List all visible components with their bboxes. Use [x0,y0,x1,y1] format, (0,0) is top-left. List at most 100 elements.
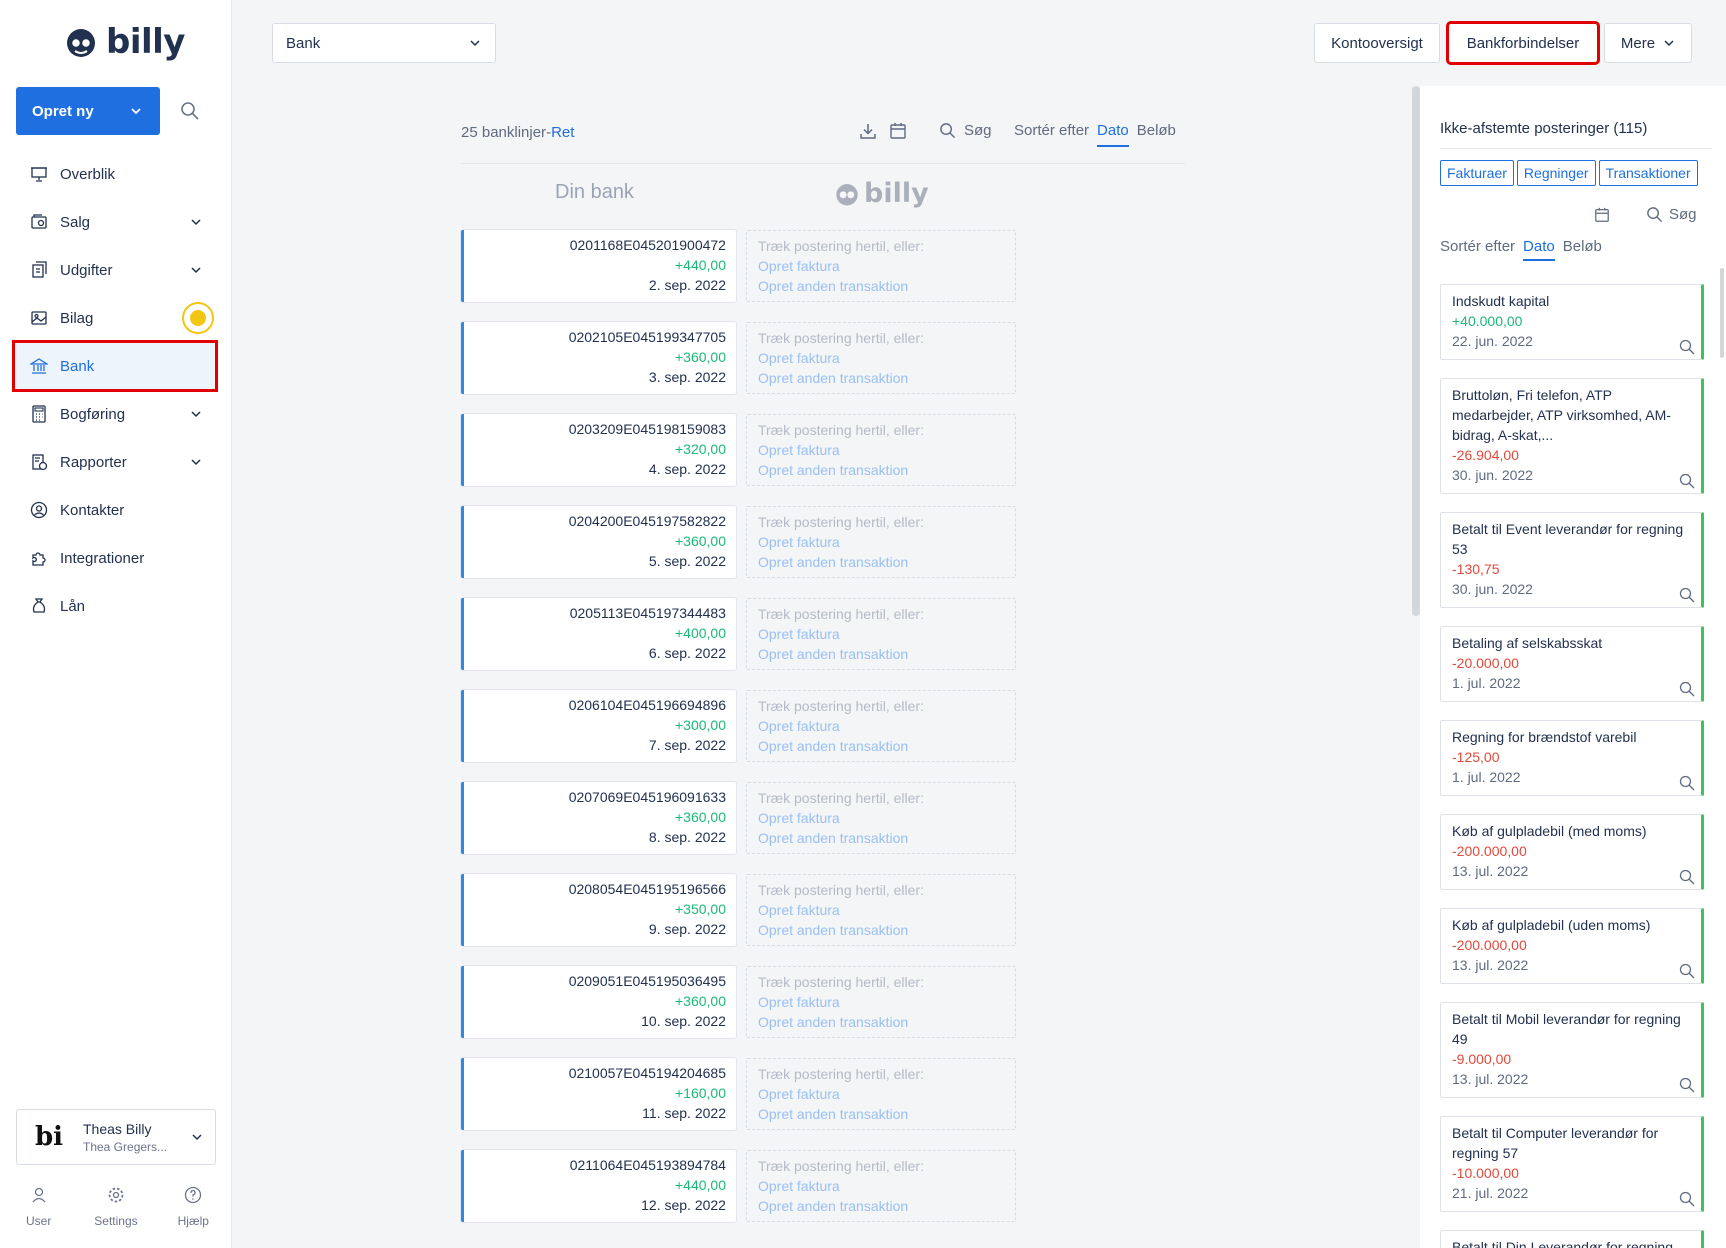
match-drop-zone[interactable]: Træk postering hertil, eller: Opret faktu… [745,690,1016,762]
match-drop-zone[interactable]: Træk postering hertil, eller: Opret faktu… [745,966,1016,1038]
create-other-transaction-link[interactable]: Opret anden transaktion [758,828,1015,848]
search-icon[interactable] [1679,587,1695,603]
create-invoice-link[interactable]: Opret faktura [758,900,1015,920]
search-icon[interactable] [1679,681,1695,697]
edit-link[interactable]: Ret [551,124,574,141]
create-invoice-link[interactable]: Opret faktura [758,532,1015,552]
unreconciled-item[interactable]: Betaling af selskabsskat -20.000,00 1. jul… [1440,626,1704,702]
bank-line-card[interactable]: 0205113E045197344483 +400,00 6. sep. 2022 [461,598,736,670]
panel-search[interactable]: Søg [1646,206,1697,223]
bank-line-card[interactable]: 0203209E045198159083 +320,00 4. sep. 2022 [461,414,736,486]
search-icon[interactable] [1679,1077,1695,1093]
notification-badge[interactable] [182,302,214,334]
bank-line-card[interactable]: 0201168E045201900472 +440,00 2. sep. 2022 [461,230,736,302]
panel-sort-by-amount[interactable]: Beløb [1563,238,1602,261]
bank-line-card[interactable]: 0207069E045196091633 +360,00 8. sep. 2022 [461,782,736,854]
match-drop-zone[interactable]: Træk postering hertil, eller: Opret faktu… [745,414,1016,486]
sort-by-amount[interactable]: Beløb [1137,122,1176,147]
unreconciled-item[interactable]: Køb af gulpladebil (med moms) -200.000,00… [1440,814,1704,890]
main-scrollbar-thumb[interactable] [1412,86,1420,616]
match-drop-zone[interactable]: Træk postering hertil, eller: Opret faktu… [745,230,1016,302]
calendar-icon[interactable] [1594,207,1610,223]
bank-line-card[interactable]: 0211064E045193894784 +440,00 12. sep. 2022 [461,1150,736,1222]
unreconciled-item[interactable]: Betalt til Din Leverandør for regning 60 [1440,1230,1704,1248]
search-icon[interactable] [1679,869,1695,885]
tab-invoices[interactable]: Fakturaer [1440,160,1514,186]
billy-logo[interactable]: billy [64,22,185,62]
match-drop-zone[interactable]: Træk postering hertil, eller: Opret faktu… [745,1150,1016,1222]
match-drop-zone[interactable]: Træk postering hertil, eller: Opret faktu… [745,322,1016,394]
nav-item-kontakter[interactable]: Kontakter [14,486,216,534]
bank-line-card[interactable]: 0202105E045199347705 +360,00 3. sep. 2022 [461,322,736,394]
search-icon[interactable] [1679,473,1695,489]
match-drop-zone[interactable]: Træk postering hertil, eller: Opret faktu… [745,1058,1016,1130]
create-invoice-link[interactable]: Opret faktura [758,348,1015,368]
create-other-transaction-link[interactable]: Opret anden transaktion [758,644,1015,664]
unreconciled-item[interactable]: Betalt til Event leverandør for regning … [1440,512,1704,608]
create-invoice-link[interactable]: Opret faktura [758,992,1015,1012]
match-drop-zone[interactable]: Træk postering hertil, eller: Opret faktu… [745,782,1016,854]
panel-scrollbar-thumb[interactable] [1720,268,1724,358]
bank-line-card[interactable]: 0209051E045195036495 +360,00 10. sep. 2022 [461,966,736,1038]
tab-bills[interactable]: Regninger [1516,160,1596,186]
nav-item-overblik[interactable]: Overblik [14,150,216,198]
bank-line-card[interactable]: 0206104E045196694896 +300,00 7. sep. 2022 [461,690,736,762]
help-button[interactable]: Hjælp [161,1186,225,1248]
create-invoice-link[interactable]: Opret faktura [758,624,1015,644]
account-select[interactable]: Bank [272,23,496,63]
bank-connections-button[interactable]: Bankforbindelser [1446,21,1600,65]
user-button[interactable]: User [7,1186,71,1248]
calendar-icon[interactable] [889,122,907,140]
create-invoice-link[interactable]: Opret faktura [758,808,1015,828]
nav-item-salg[interactable]: Salg [14,198,216,246]
create-invoice-link[interactable]: Opret faktura [758,256,1015,276]
match-drop-zone[interactable]: Træk postering hertil, eller: Opret faktu… [745,506,1016,578]
create-other-transaction-link[interactable]: Opret anden transaktion [758,460,1015,480]
bank-line-card[interactable]: 0204200E045197582822 +360,00 5. sep. 2022 [461,506,736,578]
nav-item-integrationer[interactable]: Integrationer [14,534,216,582]
nav-item-laan[interactable]: Lån [14,582,216,630]
create-other-transaction-link[interactable]: Opret anden transaktion [758,736,1015,756]
create-other-transaction-link[interactable]: Opret anden transaktion [758,1104,1015,1124]
download-icon[interactable] [859,122,877,140]
create-other-transaction-link[interactable]: Opret anden transaktion [758,1012,1015,1032]
search-icon[interactable] [1679,339,1695,355]
tab-transactions[interactable]: Transaktioner [1598,160,1698,186]
unreconciled-item[interactable]: Bruttoløn, Fri telefon, ATP medarbejder,… [1440,378,1704,494]
bank-line-card[interactable]: 0208054E045195196566 +350,00 9. sep. 2022 [461,874,736,946]
create-other-transaction-link[interactable]: Opret anden transaktion [758,1196,1015,1216]
nav-item-bogforing[interactable]: Bogføring [14,390,216,438]
create-other-transaction-link[interactable]: Opret anden transaktion [758,276,1015,296]
settings-button[interactable]: Settings [84,1186,148,1248]
unreconciled-item[interactable]: Betalt til Computer leverandør for regni… [1440,1116,1704,1212]
match-drop-zone[interactable]: Træk postering hertil, eller: Opret faktu… [745,874,1016,946]
create-invoice-link[interactable]: Opret faktura [758,716,1015,736]
unreconciled-item[interactable]: Regning for brændstof varebil -125,00 1. j… [1440,720,1704,796]
search-icon[interactable] [180,101,200,121]
unreconciled-item[interactable]: Indskudt kapital +40.000,00 22. jun. 2022 [1440,284,1704,360]
search-icon[interactable] [1679,963,1695,979]
create-other-transaction-link[interactable]: Opret anden transaktion [758,552,1015,572]
account-overview-button[interactable]: Kontooversigt [1314,23,1440,63]
nav-item-bank[interactable]: Bank [12,340,218,392]
search-icon[interactable] [1679,1191,1695,1207]
match-drop-zone[interactable]: Træk postering hertil, eller: Opret faktu… [745,598,1016,670]
bank-lines-search[interactable]: Søg [939,122,992,139]
create-invoice-link[interactable]: Opret faktura [758,440,1015,460]
unreconciled-item[interactable]: Køb af gulpladebil (uden moms) -200.000,0… [1440,908,1704,984]
more-button[interactable]: Mere [1604,23,1692,63]
sort-by-date[interactable]: Dato [1097,122,1129,147]
create-other-transaction-link[interactable]: Opret anden transaktion [758,920,1015,940]
create-new-button[interactable]: Opret ny [16,87,160,135]
search-icon[interactable] [1679,775,1695,791]
nav-item-udgifter[interactable]: Udgifter [14,246,216,294]
panel-sort-by-date[interactable]: Dato [1523,238,1555,261]
unreconciled-item[interactable]: Betalt til Mobil leverandør for regning … [1440,1002,1704,1098]
nav-item-rapporter[interactable]: Rapporter [14,438,216,486]
organization-switcher[interactable]: bi Theas Billy Thea Gregers... [16,1109,216,1165]
bank-line-card[interactable]: 0210057E045194204685 +160,00 11. sep. 2022 [461,1058,736,1130]
create-invoice-link[interactable]: Opret faktura [758,1084,1015,1104]
nav-item-bilag[interactable]: Bilag [14,294,216,342]
create-invoice-link[interactable]: Opret faktura [758,1176,1015,1196]
create-other-transaction-link[interactable]: Opret anden transaktion [758,368,1015,388]
